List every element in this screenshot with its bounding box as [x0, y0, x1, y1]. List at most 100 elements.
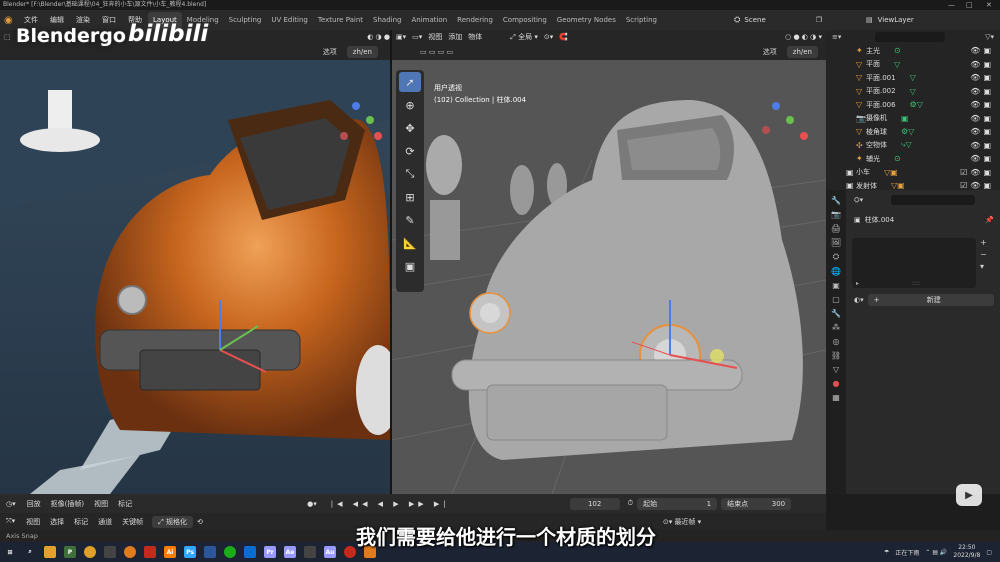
menu-ds-key[interactable]: 关键帧: [117, 517, 148, 527]
record-button[interactable]: ●▾: [307, 500, 317, 508]
menu-object[interactable]: 物体: [468, 32, 482, 42]
lang-toggle-button-right[interactable]: zh/en: [786, 46, 818, 58]
tab-compositing[interactable]: Compositing: [498, 12, 552, 28]
search-icon[interactable]: ⌕: [24, 546, 36, 558]
visibility-icon[interactable]: 👁▣: [970, 60, 994, 69]
outliner-row[interactable]: ✦ 主光 ⊙ 👁▣: [826, 44, 1000, 58]
select-box-tool[interactable]: ➚: [399, 72, 421, 92]
current-frame-field[interactable]: 102: [569, 497, 620, 510]
particles-tab-icon[interactable]: ⁂: [832, 323, 840, 332]
properties-search-input[interactable]: [891, 195, 976, 205]
material-browse-icon[interactable]: ◐▾: [854, 296, 864, 304]
outliner-row[interactable]: ▽ 平面.006 ⚙▽ 👁▣: [826, 98, 1000, 112]
menu-file[interactable]: 文件: [18, 15, 44, 25]
list-expand-icon[interactable]: ▸: [856, 280, 859, 287]
tab-sculpting[interactable]: Sculpting: [224, 12, 267, 28]
material-slot-list[interactable]: :::: ▸: [852, 238, 976, 288]
scale-tool[interactable]: ⤡: [399, 164, 421, 184]
solid-viewport[interactable]: ▣▾ ▭▾ 视图 添加 物体 ⤢ 全局 ▾ ⊙▾ 🧲 ○ ● ◐ ◑ ▾ ▭ ▭…: [392, 30, 826, 494]
menu-edit[interactable]: 编辑: [44, 15, 70, 25]
annotate-tool[interactable]: ✎: [399, 210, 421, 230]
weather-icon[interactable]: ☂: [884, 549, 889, 556]
outliner-row[interactable]: ▽ 平面.001 ▽ 👁▣: [826, 71, 1000, 85]
shading-options-icon[interactable]: ◐ ◑ ●: [367, 33, 390, 41]
menu-ds-channel[interactable]: 通道: [93, 517, 117, 527]
world-tab-icon[interactable]: 🌐: [831, 267, 841, 276]
outliner-search-input[interactable]: [875, 32, 946, 42]
editor-type-icon[interactable]: ⛭▾: [854, 196, 863, 205]
remove-slot-button[interactable]: −: [980, 250, 987, 259]
transform-orientation-dropdown[interactable]: ⤢ 全局 ▾: [510, 32, 538, 42]
outliner-row[interactable]: 📷 摄像机 ▣ 👁▣: [826, 112, 1000, 126]
output-tab-icon[interactable]: 🖨: [831, 224, 841, 233]
visibility-icon[interactable]: 👁▣: [970, 114, 994, 123]
notification-icon[interactable]: ▢: [986, 549, 992, 556]
close-button[interactable]: ✕: [986, 0, 992, 10]
outliner-row[interactable]: ▽ 棱角球 ⚙▽ 👁▣: [826, 125, 1000, 139]
explorer-icon[interactable]: [44, 546, 56, 558]
outliner-row[interactable]: ▽ 平面.002 ▽ 👁▣: [826, 85, 1000, 99]
visibility-icon[interactable]: 👁▣: [970, 127, 994, 136]
outliner-editor-icon[interactable]: ≡▾: [832, 33, 841, 41]
view-layer-tab-icon[interactable]: 🖼: [831, 238, 841, 247]
illustrator-icon[interactable]: Ai: [164, 546, 176, 558]
end-frame-field[interactable]: 结束点 300: [721, 497, 792, 510]
view-icon[interactable]: ⬚: [4, 33, 11, 41]
clock-icon[interactable]: ⏱: [628, 499, 633, 508]
visibility-icon[interactable]: 👁▣: [970, 100, 994, 109]
app-pr-icon[interactable]: P: [64, 546, 76, 558]
new-material-button[interactable]: + 新建: [867, 294, 994, 306]
visibility-icon[interactable]: ☑👁▣: [960, 181, 994, 190]
menu-ds-select[interactable]: 选择: [45, 517, 69, 527]
menu-timeline-view[interactable]: 视图: [89, 499, 113, 509]
outliner-row[interactable]: ✦ 辅光 ⊙ 👁▣: [826, 152, 1000, 166]
app-icon[interactable]: [104, 546, 116, 558]
visibility-icon[interactable]: 👁▣: [970, 46, 994, 55]
dopesheet-editor-icon[interactable]: ⤧▾: [0, 517, 21, 526]
snap-icon[interactable]: 🧲: [559, 33, 568, 41]
sync-icon[interactable]: ⟲: [197, 518, 203, 526]
blender-logo-icon[interactable]: ◉: [0, 15, 18, 26]
app-blue-icon[interactable]: [204, 546, 216, 558]
visibility-icon[interactable]: ☑👁▣: [960, 168, 994, 177]
maximize-button[interactable]: □: [966, 0, 973, 10]
start-frame-field[interactable]: 起始 1: [637, 497, 718, 510]
tab-animation[interactable]: Animation: [406, 12, 452, 28]
tray-icons[interactable]: ⌃ ▤ 🔊: [925, 549, 947, 556]
render-tab-icon[interactable]: 📷: [831, 210, 841, 219]
app-grey-icon[interactable]: [304, 546, 316, 558]
shading-modes-icon[interactable]: ○ ● ◐ ◑ ▾: [785, 33, 826, 41]
transform-tool[interactable]: ⊞: [399, 187, 421, 207]
menu-ds-view[interactable]: 视图: [21, 517, 45, 527]
playback-controls[interactable]: |◀ ◀◀ ◀ ▶ ▶▶ ▶|: [331, 500, 450, 508]
photoshop-icon[interactable]: Ps: [184, 546, 196, 558]
list-resize-handle[interactable]: ::::: [912, 280, 920, 287]
add-cube-tool[interactable]: ▣: [399, 256, 421, 276]
tab-texture-paint[interactable]: Texture Paint: [313, 12, 368, 28]
physics-tab-icon[interactable]: ◎: [833, 337, 840, 346]
tab-geometry-nodes[interactable]: Geometry Nodes: [552, 12, 621, 28]
outliner-row[interactable]: ▽ 平面 ▽ 👁▣: [826, 58, 1000, 72]
chrome-icon[interactable]: [84, 546, 96, 558]
menu-markers[interactable]: 标记: [113, 499, 137, 509]
clock[interactable]: 22:50 2022/9/8: [953, 544, 980, 560]
menu-render[interactable]: 渲染: [70, 15, 96, 25]
pin-icon[interactable]: 📌: [985, 216, 994, 224]
visibility-icon[interactable]: 👁▣: [970, 141, 994, 150]
scene-tab-icon[interactable]: ⛭: [833, 252, 839, 262]
menu-add[interactable]: 添加: [448, 32, 462, 42]
scene-selector[interactable]: ⛭ Scene ❐: [734, 10, 826, 30]
options-dropdown[interactable]: 选项: [323, 47, 337, 57]
render-viewport[interactable]: ⬚ ▭ ◐ ◑ ● 选项 zh/en: [0, 30, 390, 494]
app-edge-icon[interactable]: [244, 546, 256, 558]
tool-tab-icon[interactable]: 🔧: [831, 196, 841, 205]
tab-uv-editing[interactable]: UV Editing: [266, 12, 313, 28]
constraints-tab-icon[interactable]: ⛓: [831, 351, 841, 360]
modifier-tab-icon[interactable]: 🔧: [831, 309, 841, 318]
rotate-tool[interactable]: ⟳: [399, 141, 421, 161]
menu-keying[interactable]: 抠像(插帧): [46, 499, 89, 509]
menu-playback[interactable]: 回放: [22, 499, 46, 509]
after-effects-icon[interactable]: Ae: [284, 546, 296, 558]
view-layer-selector[interactable]: ▤ ViewLayer: [826, 10, 1000, 30]
tab-scripting[interactable]: Scripting: [621, 12, 662, 28]
